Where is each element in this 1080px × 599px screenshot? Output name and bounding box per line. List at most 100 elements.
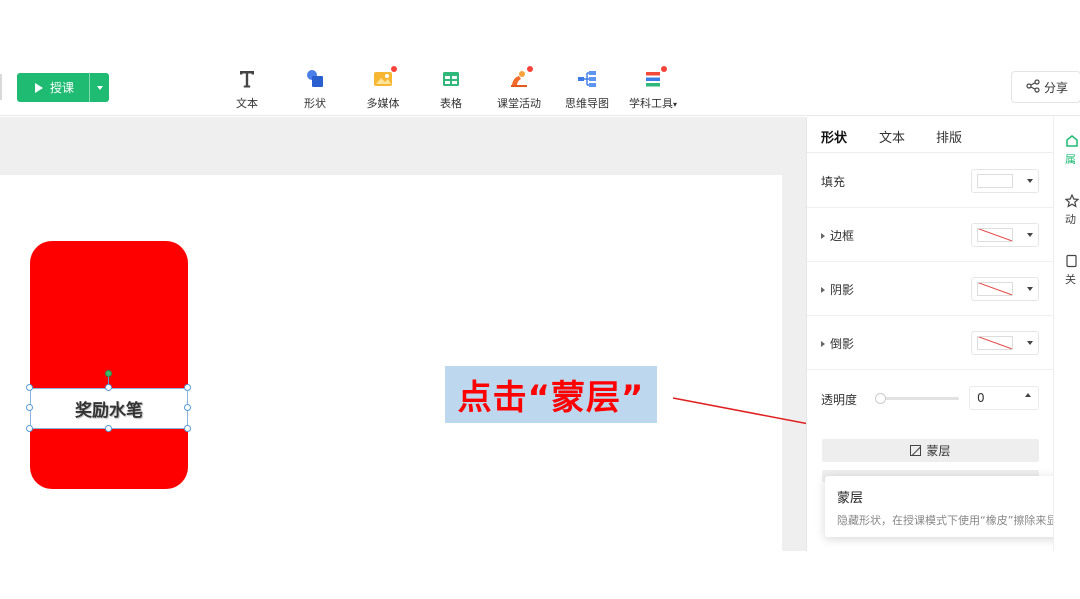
fill-swatch <box>977 174 1013 188</box>
tool-text-label: 文本 <box>236 97 258 110</box>
expand-arrow-icon <box>821 340 825 347</box>
properties-icon <box>1065 133 1079 147</box>
fill-row: 填充 <box>807 154 1054 208</box>
side-item-properties-label: 属 <box>1065 153 1076 166</box>
teach-button[interactable]: 授课 <box>17 73 109 102</box>
bottom-band <box>0 551 1080 599</box>
tool-shape[interactable]: 形状 <box>283 66 347 110</box>
tool-table-label: 表格 <box>440 97 462 110</box>
teach-dropdown[interactable] <box>89 73 109 102</box>
shape-label-text: 奖励水笔 <box>75 401 143 421</box>
opacity-slider-knob[interactable] <box>875 393 886 404</box>
caret-down-icon <box>96 85 103 90</box>
mask-icon <box>910 445 922 456</box>
tab-text[interactable]: 文本 <box>879 127 905 146</box>
resize-handle-bl[interactable] <box>26 425 33 432</box>
tool-media[interactable]: 多媒体 <box>351 66 415 110</box>
share-button[interactable]: 分享 <box>1011 71 1080 103</box>
tool-shape-label: 形状 <box>304 97 326 110</box>
activity-icon <box>508 66 533 90</box>
tab-shape[interactable]: 形状 <box>821 127 847 146</box>
top-band <box>0 0 1080 60</box>
tool-activity-label: 课堂活动 <box>497 97 541 110</box>
new-badge-dot <box>661 66 667 72</box>
tab-layout[interactable]: 排版 <box>936 127 962 146</box>
caret-down-icon <box>1027 341 1033 345</box>
share-label: 分享 <box>1044 80 1069 95</box>
caret-down-icon <box>1027 287 1033 291</box>
expand-arrow-icon <box>821 232 825 239</box>
tool-media-label: 多媒体 <box>366 97 400 110</box>
shape-icon <box>304 68 326 90</box>
left-edge-divider <box>0 74 2 100</box>
shape-label-box[interactable]: 奖励水笔 <box>30 388 188 429</box>
opacity-input[interactable]: 0 <box>969 386 1039 410</box>
reflection-swatch-none <box>977 336 1013 350</box>
side-item-animation[interactable]: 动 <box>1064 193 1080 227</box>
border-swatch-none <box>977 228 1013 242</box>
reflection-row[interactable]: 倒影 <box>807 316 1054 370</box>
border-label[interactable]: 边框 <box>821 227 854 244</box>
side-item-relation-label: 关 <box>1065 273 1076 286</box>
side-item-relation[interactable]: 关 <box>1065 253 1080 287</box>
tool-subject-label: 学科工具▾ <box>628 97 677 110</box>
resize-handle-r[interactable] <box>184 404 191 411</box>
callout-text: 点击“蒙层” <box>457 378 645 418</box>
text-icon <box>236 68 258 90</box>
opacity-value: 0 <box>977 391 985 405</box>
fill-color-picker[interactable] <box>971 169 1039 193</box>
panel-tabs: 形状 文本 排版 <box>807 117 1054 153</box>
new-badge-dot <box>391 66 397 72</box>
border-color-picker[interactable] <box>971 223 1039 247</box>
resize-handle-tl[interactable] <box>26 384 33 391</box>
star-icon <box>1064 193 1080 208</box>
tooltip-description: 隐藏形状，在授课模式下使用“橡皮”擦除来显示 <box>837 514 1069 527</box>
reflection-label[interactable]: 倒影 <box>821 335 854 352</box>
expand-arrow-icon <box>821 286 825 293</box>
tool-activity[interactable]: 课堂活动 <box>487 66 551 110</box>
side-item-properties[interactable]: 属 <box>1065 133 1080 167</box>
red-rounded-shape[interactable] <box>30 241 188 489</box>
mask-button[interactable]: 蒙层 <box>822 439 1039 462</box>
subject-tools-icon <box>642 66 667 90</box>
resize-handle-br[interactable] <box>184 425 191 432</box>
mask-tooltip: 蒙层 隐藏形状，在授课模式下使用“橡皮”擦除来显示 <box>825 476 1080 537</box>
table-icon <box>440 68 462 90</box>
shadow-swatch-none <box>977 282 1013 296</box>
tool-text[interactable]: 文本 <box>215 66 279 110</box>
tooltip-title: 蒙层 <box>837 491 864 506</box>
resize-handle-b[interactable] <box>105 425 112 432</box>
shadow-color-picker[interactable] <box>971 277 1039 301</box>
relation-icon <box>1065 253 1079 268</box>
stepper-up-icon[interactable] <box>1025 393 1031 397</box>
tool-table[interactable]: 表格 <box>419 66 483 110</box>
media-icon <box>372 66 397 90</box>
opacity-slider[interactable] <box>875 393 959 404</box>
caret-down-icon <box>1027 179 1033 183</box>
caret-down-icon <box>1027 233 1033 237</box>
tool-mindmap-label: 思维导图 <box>565 97 609 110</box>
shadow-row[interactable]: 阴影 <box>807 262 1054 316</box>
rotate-handle[interactable] <box>105 370 112 377</box>
mask-button-label: 蒙层 <box>926 444 951 458</box>
opacity-label: 透明度 <box>821 393 858 407</box>
new-badge-dot <box>527 66 533 72</box>
reflection-color-picker[interactable] <box>971 331 1039 355</box>
instruction-callout: 点击“蒙层” <box>445 366 657 423</box>
resize-handle-tr[interactable] <box>184 384 191 391</box>
opacity-row: 透明度 0 <box>807 379 1054 419</box>
teach-main[interactable]: 授课 <box>17 73 89 102</box>
tool-mindmap[interactable]: 思维导图 <box>555 66 619 110</box>
mindmap-icon <box>576 68 598 90</box>
teach-button-label: 授课 <box>50 81 75 95</box>
side-item-animation-label: 动 <box>1065 213 1076 226</box>
border-row[interactable]: 边框 <box>807 208 1054 262</box>
share-icon <box>1026 78 1040 96</box>
tool-subject[interactable]: 学科工具▾ <box>621 66 685 110</box>
shadow-label[interactable]: 阴影 <box>821 281 854 298</box>
resize-handle-l[interactable] <box>26 404 33 411</box>
fill-label: 填充 <box>821 175 846 189</box>
resize-handle-t[interactable] <box>105 384 112 391</box>
side-strip: 属 动 关 <box>1053 117 1080 551</box>
play-icon <box>35 82 43 93</box>
